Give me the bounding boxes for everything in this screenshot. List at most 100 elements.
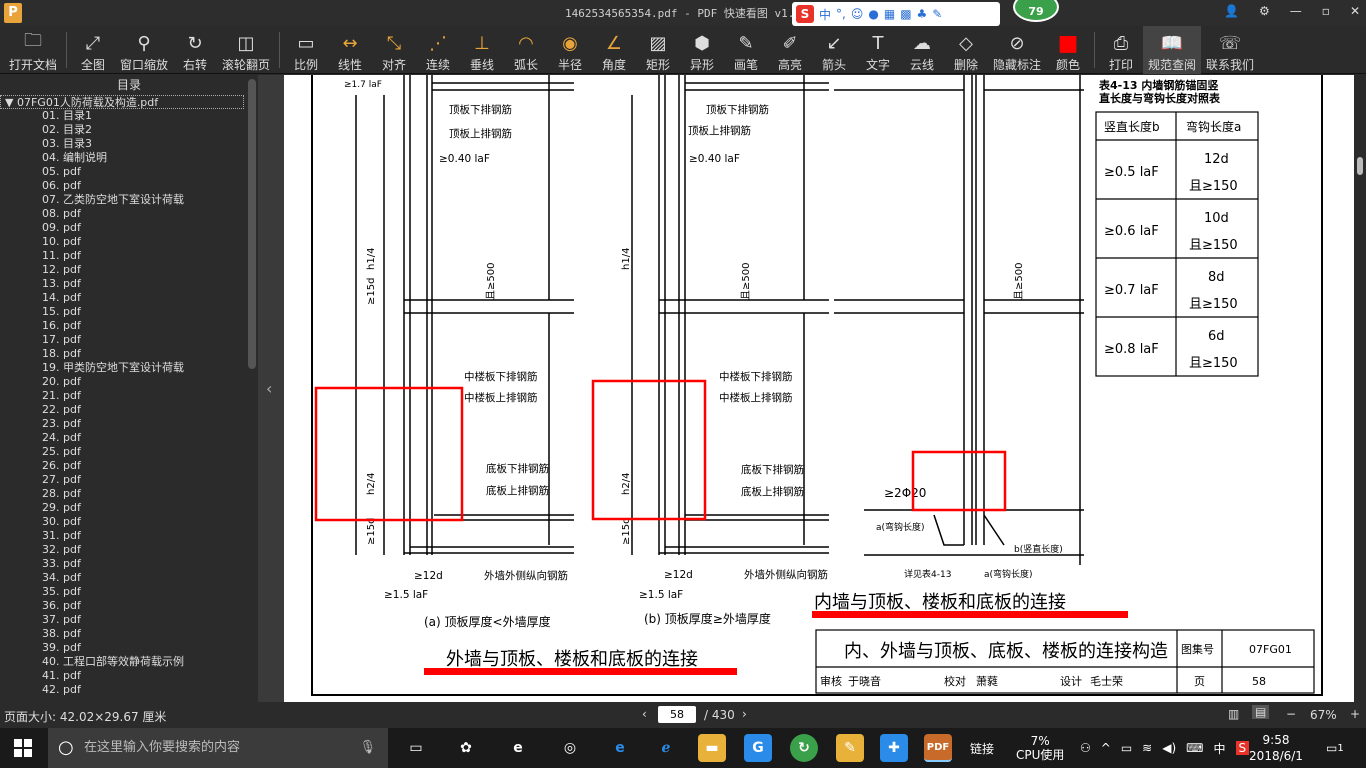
wrench-icon[interactable]: ✎ [932, 7, 942, 21]
single-page-view-icon[interactable]: ▥ [1228, 707, 1239, 721]
toolbar-cloud-button[interactable]: ☁ 云线 [900, 26, 944, 74]
outline-item[interactable]: 25. pdf [0, 445, 258, 459]
outline-item[interactable]: 32. pdf [0, 543, 258, 557]
outline-item[interactable]: 23. pdf [0, 417, 258, 431]
outline-item[interactable]: 29. pdf [0, 501, 258, 515]
ie-blue-icon[interactable]: ℯ [652, 734, 680, 762]
tray-people-icon[interactable]: ⚇ [1080, 741, 1091, 755]
cpu-usage[interactable]: 7% CPU使用 [1016, 728, 1064, 768]
ie-icon[interactable]: e [504, 734, 532, 762]
toolbar-color-swatch-button[interactable]: ■ 颜色 [1046, 26, 1090, 74]
outline-item[interactable]: 38. pdf [0, 627, 258, 641]
user-icon[interactable]: 👤 [1224, 4, 1239, 18]
toolbar-print-button[interactable]: ⎙ 打印 [1099, 26, 1143, 74]
toolbar-contact-button[interactable]: ☏ 联系我们 [1201, 26, 1259, 74]
toolbar-angle-button[interactable]: ∠ 角度 [592, 26, 636, 74]
maximize-button[interactable]: ▫ [1322, 4, 1330, 18]
toolbar-polygon-button[interactable]: ⬢ 异形 [680, 26, 724, 74]
outline-item[interactable]: 24. pdf [0, 431, 258, 445]
green-app-icon[interactable]: ↻ [790, 734, 818, 762]
sidebar-scrollbar[interactable] [246, 75, 258, 702]
chrome-like-icon[interactable]: ◎ [556, 734, 584, 762]
pdf-viewer-taskbar-icon[interactable]: PDF [924, 734, 952, 762]
outline-item[interactable]: 42. pdf [0, 683, 258, 697]
tray-network-icon[interactable]: ▭ [1121, 741, 1132, 755]
tray-keyboard-icon[interactable]: ⌨ [1186, 741, 1203, 755]
toolbar-perpendicular-button[interactable]: ⊥ 垂线 [460, 26, 504, 74]
toolbar-zoom-button[interactable]: ⚲ 窗口缩放 [115, 26, 173, 74]
outline-item[interactable]: 41. pdf [0, 669, 258, 683]
outline-item[interactable]: 03. 目录3 [0, 137, 258, 151]
outline-item[interactable]: 06. pdf [0, 179, 258, 193]
outline-item[interactable]: 17. pdf [0, 333, 258, 347]
document-canvas[interactable]: 表4-13 内墙钢筋锚固竖 直长度与弯钩长度对照表 竖直长度b 弯钩长度a ≥0… [284, 75, 1354, 702]
outline-item[interactable]: 02. 目录2 [0, 123, 258, 137]
ime-toolbar[interactable]: S 中 °, ☺ ● ▦ ▩ ♣ ✎ [792, 2, 1000, 26]
sidebar-scroll-thumb[interactable] [248, 79, 256, 369]
close-button[interactable]: ✕ [1350, 4, 1360, 18]
outline-item[interactable]: 01. 目录1 [0, 109, 258, 123]
toolbar-eraser-button[interactable]: ◇ 删除 [944, 26, 988, 74]
page-number-input[interactable]: 58 [658, 706, 696, 723]
toolbar-book-button[interactable]: 📖 规范查阅 [1143, 26, 1201, 74]
toolbar-mouse-button[interactable]: ◫ 滚轮翻页 [217, 26, 275, 74]
task-view-icon[interactable]: ▭ [402, 734, 430, 762]
toolbar-rotate-button[interactable]: ↻ 右转 [173, 26, 217, 74]
outline-item[interactable]: 20. pdf [0, 375, 258, 389]
outline-item[interactable]: 11. pdf [0, 249, 258, 263]
tree-root[interactable]: ▼ 07FG01人防荷载及构造.pdf [0, 95, 244, 109]
link-toolbar[interactable]: 链接 [970, 728, 994, 768]
document-scrollbar[interactable] [1354, 75, 1366, 702]
minimize-button[interactable]: — [1290, 4, 1302, 18]
prev-page-button[interactable]: ‹ [642, 707, 647, 721]
notes-icon[interactable]: ✎ [836, 734, 864, 762]
outline-item[interactable]: 13. pdf [0, 277, 258, 291]
outline-item[interactable]: 08. pdf [0, 207, 258, 221]
outline-item[interactable]: 27. pdf [0, 473, 258, 487]
ime-language[interactable]: 中 [819, 6, 831, 23]
outline-item[interactable]: 18. pdf [0, 347, 258, 361]
toolbar-arc-length-button[interactable]: ◠ 弧长 [504, 26, 548, 74]
grid-icon[interactable]: ▩ [900, 7, 911, 21]
toolbar-linear-dim-button[interactable]: ↔ 线性 [328, 26, 372, 74]
red-markup-rect[interactable] [591, 379, 707, 521]
plus-app-icon[interactable]: ✚ [880, 734, 908, 762]
outline-item[interactable]: 26. pdf [0, 459, 258, 473]
outline-item[interactable]: 07. 乙类防空地下室设计荷载 [0, 193, 258, 207]
start-button[interactable] [14, 739, 32, 757]
sidebar-collapse-button[interactable]: ‹ [258, 75, 284, 702]
toolbar-fit-all-button[interactable]: ⤢ 全图 [71, 26, 115, 74]
toolbar-rectangle-button[interactable]: ▨ 矩形 [636, 26, 680, 74]
outline-item[interactable]: 15. pdf [0, 305, 258, 319]
shirt-icon[interactable]: ♣ [917, 7, 928, 21]
ime-punct[interactable]: °, [836, 7, 846, 21]
outline-item[interactable]: 16. pdf [0, 319, 258, 333]
outline-item[interactable]: 31. pdf [0, 529, 258, 543]
toolbar-arrow-button[interactable]: ↙ 箭头 [812, 26, 856, 74]
zoom-in-button[interactable]: + [1350, 707, 1360, 721]
outline-item[interactable]: 28. pdf [0, 487, 258, 501]
toolbar-pencil-button[interactable]: ✎ 画笔 [724, 26, 768, 74]
glodon-icon[interactable]: G [744, 734, 772, 762]
toolbar-ruler-button[interactable]: ▭ 比例 [284, 26, 328, 74]
zoom-out-button[interactable]: − [1286, 707, 1296, 721]
outline-item[interactable]: 12. pdf [0, 263, 258, 277]
toolbar-folder-button[interactable]: 🗀 打开文档 [4, 26, 62, 74]
keyboard-icon[interactable]: ▦ [884, 7, 895, 21]
outline-item[interactable]: 33. pdf [0, 557, 258, 571]
document-scroll-thumb[interactable] [1357, 157, 1363, 175]
outline-item[interactable]: 36. pdf [0, 599, 258, 613]
tray-wifi-icon[interactable]: ≋ [1142, 741, 1152, 755]
outline-item[interactable]: 09. pdf [0, 221, 258, 235]
outline-item[interactable]: 39. pdf [0, 641, 258, 655]
outline-item[interactable]: 14. pdf [0, 291, 258, 305]
red-markup-rect[interactable] [314, 386, 464, 522]
folder-icon[interactable]: ▬ [698, 734, 726, 762]
continuous-view-icon[interactable]: ▤ [1252, 705, 1270, 719]
outline-item[interactable]: 10. pdf [0, 235, 258, 249]
outline-item[interactable]: 05. pdf [0, 165, 258, 179]
red-markup-rect[interactable] [911, 450, 1007, 512]
outline-item[interactable]: 30. pdf [0, 515, 258, 529]
toolbar-radius-button[interactable]: ◉ 半径 [548, 26, 592, 74]
outline-item[interactable]: 37. pdf [0, 613, 258, 627]
